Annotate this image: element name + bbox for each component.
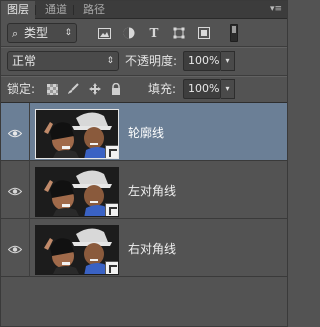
layer-name[interactable]: 左对角线 (128, 182, 176, 199)
lock-label: 锁定: (7, 82, 36, 96)
magnifier-icon: ⌕ (12, 27, 19, 40)
fill-label: 填充: (148, 82, 177, 96)
type-filter-icon[interactable]: T (146, 23, 162, 43)
lock-transparent-pixels-icon[interactable] (44, 79, 60, 99)
visibility-eye-icon[interactable] (5, 174, 25, 208)
panel-tab-bar: 图层 通道 路径 ▾≡ (1, 1, 287, 20)
layer-row[interactable]: 右对角线 (1, 219, 287, 277)
layer-thumbnail (35, 225, 119, 275)
opacity-input[interactable]: 100% (183, 51, 221, 71)
lock-image-pixels-brush-icon[interactable] (65, 79, 81, 99)
filter-kind-label: 类型 (24, 26, 49, 40)
smart-object-filter-icon[interactable] (196, 23, 212, 43)
filter-toggle-switch[interactable] (230, 24, 238, 42)
blend-mode-dropdown[interactable]: 正常 ⇕ (7, 51, 119, 71)
tab-channels[interactable]: 通道 (39, 1, 74, 19)
opacity-dropdown-arrow-icon[interactable]: ▾ (221, 51, 235, 71)
smart-object-badge-icon (105, 203, 118, 216)
layer-name[interactable]: 右对角线 (128, 240, 176, 257)
tab-paths-label: 路径 (83, 3, 105, 16)
fill-input[interactable]: 100% (183, 79, 221, 99)
layers-empty-area[interactable] (1, 278, 287, 326)
updown-arrow-icon: ⇕ (106, 56, 114, 66)
filter-row: ⌕ 类型 ⇕ T (1, 23, 287, 43)
visibility-eye-icon[interactable] (5, 232, 25, 266)
adjustment-filter-icon[interactable] (121, 23, 137, 43)
smart-object-badge-icon (105, 261, 118, 274)
filter-kind-dropdown[interactable]: ⌕ 类型 ⇕ (7, 23, 77, 43)
updown-arrow-icon: ⇕ (64, 28, 72, 38)
blend-row: 正常 ⇕ 不透明度: 100% ▾ (1, 51, 287, 71)
layers-panel: 图层 通道 路径 ▾≡ ⌕ 类型 ⇕ T 正常 ⇕ 不透明度: 100% ▾ 锁… (0, 0, 288, 327)
image-filter-icon[interactable] (96, 23, 112, 43)
layer-thumbnail (35, 167, 119, 217)
fill-dropdown-arrow-icon[interactable]: ▾ (221, 79, 235, 99)
tab-paths[interactable]: 路径 (77, 1, 111, 19)
layer-thumbnail (35, 109, 119, 159)
lock-position-move-icon[interactable] (87, 79, 103, 99)
tab-layers-label: 图层 (7, 3, 29, 16)
layer-row[interactable]: 左对角线 (1, 161, 287, 219)
shape-filter-icon[interactable] (171, 23, 187, 43)
smart-object-badge-icon (105, 145, 118, 158)
panel-menu-icon[interactable]: ▾≡ (269, 3, 283, 15)
lock-all-padlock-icon[interactable] (108, 79, 124, 99)
opacity-label: 不透明度: (125, 54, 178, 68)
blend-mode-label: 正常 (12, 54, 37, 68)
visibility-eye-icon[interactable] (5, 116, 25, 150)
tab-channels-label: 通道 (45, 3, 67, 16)
layer-name[interactable]: 轮廓线 (128, 124, 164, 141)
lock-row: 锁定: 填充: 100% ▾ (1, 79, 287, 99)
layer-row[interactable]: 轮廓线 (1, 103, 287, 161)
tab-layers[interactable]: 图层 (1, 1, 36, 20)
